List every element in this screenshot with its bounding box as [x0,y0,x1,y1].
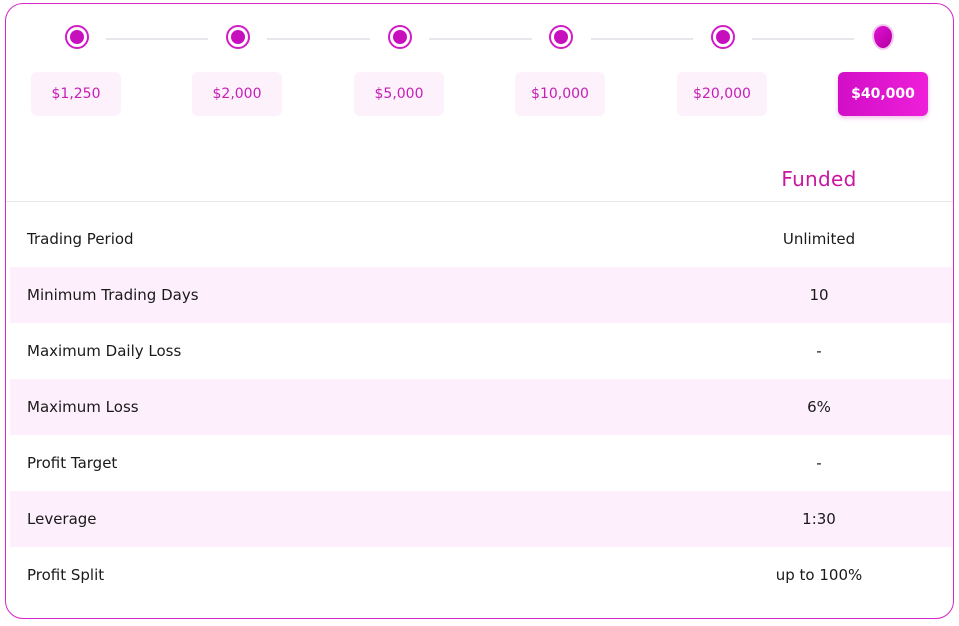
amount-button-5000[interactable]: $5,000 [354,72,444,116]
row-label: Minimum Trading Days [27,286,199,304]
table-row: Profit Target - [10,435,952,491]
row-label: Trading Period [27,230,134,248]
row-label: Profit Target [27,454,118,472]
stepper-connector [591,38,693,40]
table-row: Profit Split up to 100% [10,547,952,603]
stepper-connector [267,38,370,40]
table-row: Minimum Trading Days 10 [10,267,952,323]
row-label: Maximum Loss [27,398,139,416]
step-dot-fill [70,30,84,44]
stepper-connector [106,38,208,40]
row-value: Unlimited [782,230,856,248]
step-dot-fill [231,30,245,44]
amount-button-20000[interactable]: $20,000 [677,72,767,116]
stepper-connector [752,38,854,40]
row-value: - [816,454,822,472]
divider [6,201,953,202]
step-dot-1250[interactable] [65,25,89,49]
step-dot-5000[interactable] [388,25,412,49]
table-row: Maximum Daily Loss - [10,323,952,379]
amount-button-40000-selected[interactable]: $40,000 [838,72,928,116]
row-value: - [816,342,822,360]
table-row: Trading Period Unlimited [10,211,952,267]
row-value: up to 100% [775,566,863,584]
step-dot-40000-selected[interactable] [872,24,894,50]
row-label: Profit Split [27,566,105,584]
stepper-connector [429,38,532,40]
amount-button-10000[interactable]: $10,000 [515,72,605,116]
step-dot-20000[interactable] [711,25,735,49]
table-row: Maximum Loss 6% [10,379,952,435]
amount-button-2000[interactable]: $2,000 [192,72,282,116]
step-dot-fill [554,30,568,44]
step-dot-2000[interactable] [226,25,250,49]
step-dot-fill [716,30,730,44]
row-value: 1:30 [802,510,836,528]
step-dot-10000[interactable] [549,25,573,49]
amount-button-1250[interactable]: $1,250 [31,72,121,116]
row-value: 10 [809,286,829,304]
row-label: Maximum Daily Loss [27,342,182,360]
row-label: Leverage [27,510,97,528]
row-value: 6% [807,398,831,416]
account-size-card: $1,250 $2,000 $5,000 $10,000 $20,000 $40… [5,3,954,619]
step-dot-fill [393,30,407,44]
rules-table: Trading Period Unlimited Minimum Trading… [10,211,952,603]
table-row: Leverage 1:30 [10,491,952,547]
column-header-funded: Funded [781,167,857,191]
